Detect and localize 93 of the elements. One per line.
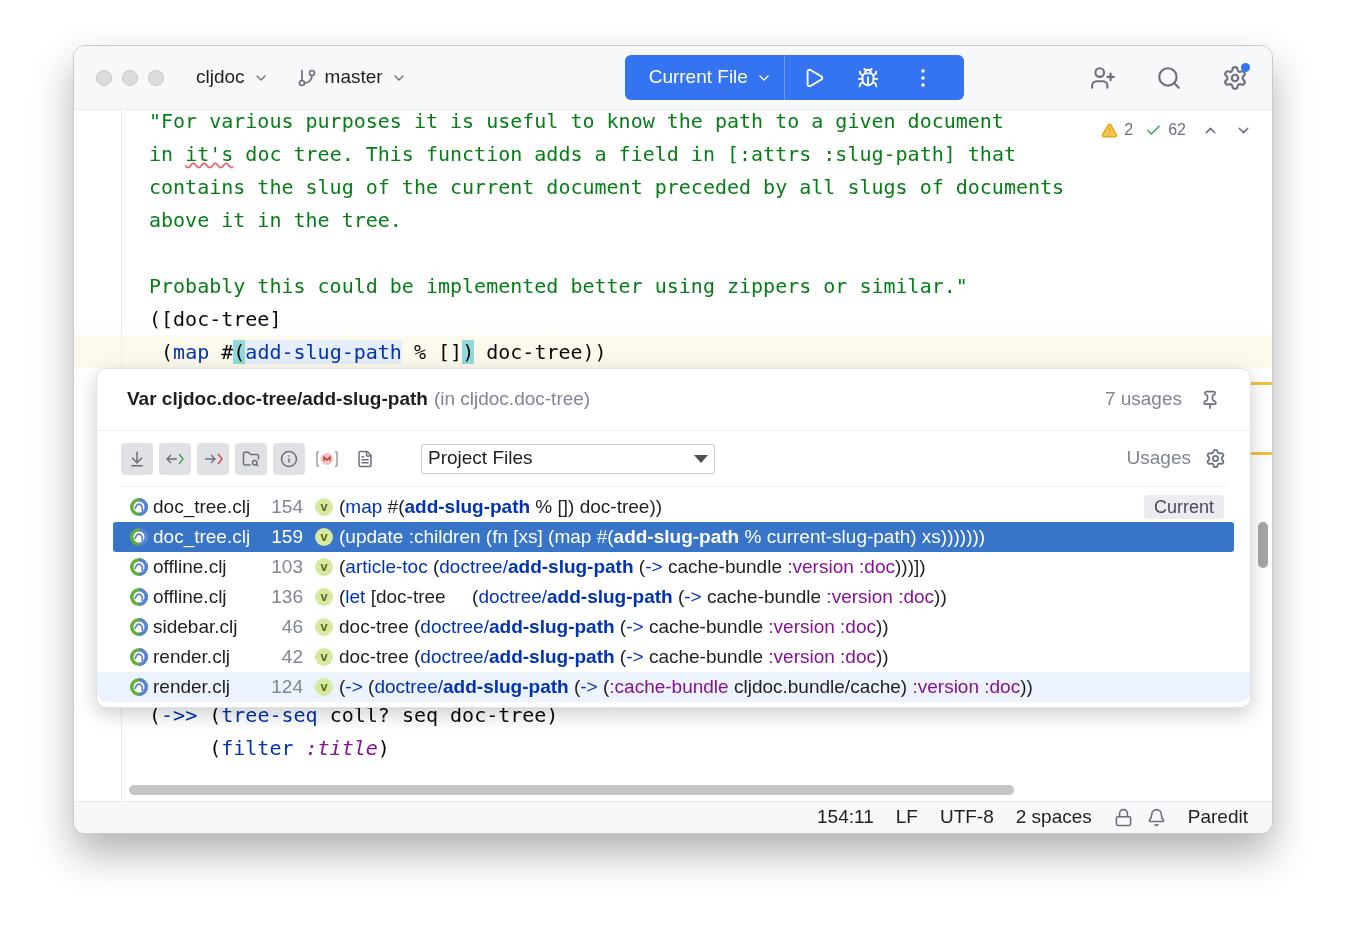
var-icon: v (315, 648, 333, 666)
code-line: (map #(add-slug-path % []) doc-tree)) (160, 338, 607, 366)
usage-code: (let [doc-tree (doctree/add-slug-path (-> cache-bundle :version :doc)) (339, 584, 947, 609)
code-line: Probably this could be implemented better using zippers or similar." (149, 272, 968, 300)
usage-row[interactable]: offline.clj 103 v (article-toc (doctree/add-slug-path (-> cache-bundle :version :doc)))]) (113, 552, 1234, 582)
warning-marker (1250, 452, 1272, 455)
current-badge: Current (1143, 495, 1224, 519)
usage-row[interactable]: render.clj 124 v (-> (doctree/add-slug-path (-> (:cache-bundle cljdoc.bundle/cache) :version :doc)) (97, 672, 1250, 702)
usage-row[interactable]: sidebar.clj 46 v doc-tree (doctree/add-slug-path (-> cache-bundle :version :doc)) (113, 612, 1234, 642)
clojure-file-icon (129, 677, 149, 697)
horizontal-scrollbar[interactable] (129, 785, 1014, 795)
caret-position[interactable]: 154:11 (817, 803, 874, 832)
warning-marker (1250, 382, 1272, 385)
popup-context: (in cljdoc.doc-tree) (433, 387, 591, 412)
info-icon (280, 449, 298, 468)
usage-code: doc-tree (doctree/add-slug-path (-> cache-bundle :version :doc)) (339, 644, 889, 669)
warning-icon (1101, 121, 1119, 139)
code-line: in it's doc tree. This function adds a field in [:attrs :slug-path] that (149, 140, 1016, 168)
line-number: 136 (270, 584, 303, 609)
toolbar-toggle[interactable] (159, 442, 191, 475)
var-icon: v (315, 558, 333, 576)
module-icon (316, 449, 338, 468)
usage-code: (map #(add-slug-path % []) doc-tree)) (339, 494, 663, 519)
toolbar-toggle[interactable] (273, 442, 305, 475)
check-count: 62 (1168, 120, 1186, 140)
dropdown-arrow-icon (694, 454, 708, 463)
usage-code: (update :children (fn [xs] (map #(add-slug-path % current-slug-path) xs))))))) (339, 524, 986, 549)
var-icon: v (315, 678, 333, 696)
clojure-file-icon (129, 497, 149, 517)
more-icon (920, 68, 925, 87)
var-icon: v (315, 528, 333, 546)
settings-icon (1222, 64, 1248, 91)
clojure-file-icon (129, 587, 149, 607)
more-button[interactable] (918, 66, 927, 89)
file-name: sidebar.clj (153, 614, 239, 639)
line-ending[interactable]: LF (895, 803, 918, 832)
clojure-file-icon (129, 557, 149, 577)
bell-icon[interactable] (1146, 808, 1166, 827)
line-number: 42 (280, 644, 303, 669)
settings-icon[interactable] (1205, 448, 1226, 469)
file-name: offline.clj (153, 554, 228, 579)
indent-setting[interactable]: 2 spaces (1015, 803, 1092, 832)
file-name: render.clj (153, 644, 232, 669)
branch-icon (296, 67, 317, 88)
run-config-selector[interactable]: Current File (624, 55, 785, 100)
preview-icon (356, 449, 374, 468)
usage-row[interactable]: doc_tree.clj 159 v (update :children (fn [xs] (map #(add-slug-path % current-slug-path) xs))))))) (113, 522, 1234, 552)
toolbar-toggle[interactable] (121, 442, 153, 475)
line-number: 46 (280, 614, 303, 639)
toolbar-toggle[interactable] (235, 442, 267, 475)
bug-icon (856, 66, 879, 89)
usage-code: (-> (doctree/add-slug-path (-> (:cache-bundle cljdoc.bundle/cache) :version :doc)) (339, 674, 1033, 699)
editor-mode[interactable]: Paredit (1187, 803, 1248, 832)
folder-icon (242, 449, 260, 468)
clojure-file-icon (129, 527, 149, 547)
file-name: offline.clj (153, 584, 228, 609)
project-selector[interactable]: cljdoc (196, 63, 269, 92)
line-number: 159 (270, 524, 303, 549)
lock-icon[interactable] (1113, 808, 1133, 827)
file-encoding[interactable]: UTF-8 (939, 803, 994, 832)
toolbar-toggle[interactable] (197, 442, 229, 475)
clojure-file-icon (129, 617, 149, 637)
file-name: doc_tree.clj (153, 524, 252, 550)
warning-count: 2 (1124, 120, 1134, 140)
file-name: render.clj (153, 674, 232, 699)
var-icon: v (315, 588, 333, 606)
usage-code: doc-tree (doctree/add-slug-path (-> cache-bundle :version :doc)) (339, 614, 889, 639)
usage-count: 7 usages (1104, 387, 1182, 412)
line-number: 154 (270, 494, 303, 519)
pin-icon[interactable] (1200, 389, 1220, 410)
clojure-file-icon (129, 647, 149, 667)
usages-label: Usages (1126, 446, 1191, 471)
usage-code: (article-toc (doctree/add-slug-path (-> cache-bundle :version :doc)))]) (339, 554, 926, 579)
var-icon: v (315, 618, 333, 636)
usage-row[interactable]: offline.clj 136 v (let [doc-tree (doctree/add-slug-path (-> cache-bundle :version :doc)) (113, 582, 1234, 612)
line-number: 124 (270, 674, 303, 699)
code-line: contains the slug of the current document preceded by all slugs of documents (149, 173, 1065, 201)
code-line: (filter :title) (208, 734, 390, 762)
code-line: above it in the tree. (149, 206, 402, 234)
code-line: ([doc-tree] (149, 305, 282, 333)
usage-row[interactable]: doc_tree.clj 154 v (map #(add-slug-path % []) doc-tree)) Current (113, 492, 1234, 522)
line-number: 103 (270, 554, 303, 579)
add-user-icon (1090, 64, 1116, 91)
expand-icon (128, 449, 146, 468)
file-name: doc_tree.clj (153, 494, 252, 520)
scope-dropdown[interactable]: Project Files (421, 443, 715, 474)
branch-selector[interactable]: master (296, 63, 407, 92)
scrollbar-thumb[interactable] (1258, 522, 1268, 568)
code-line: "For various purposes it is useful to know the path to a given document (149, 107, 1004, 135)
var-icon: v (315, 498, 333, 516)
popup-title: Var cljdoc.doc-tree/add-slug-path (127, 387, 428, 412)
search-icon (1156, 64, 1182, 91)
usage-row[interactable]: render.clj 42 v doc-tree (doctree/add-slug-path (-> cache-bundle :version :doc)) (113, 642, 1234, 672)
